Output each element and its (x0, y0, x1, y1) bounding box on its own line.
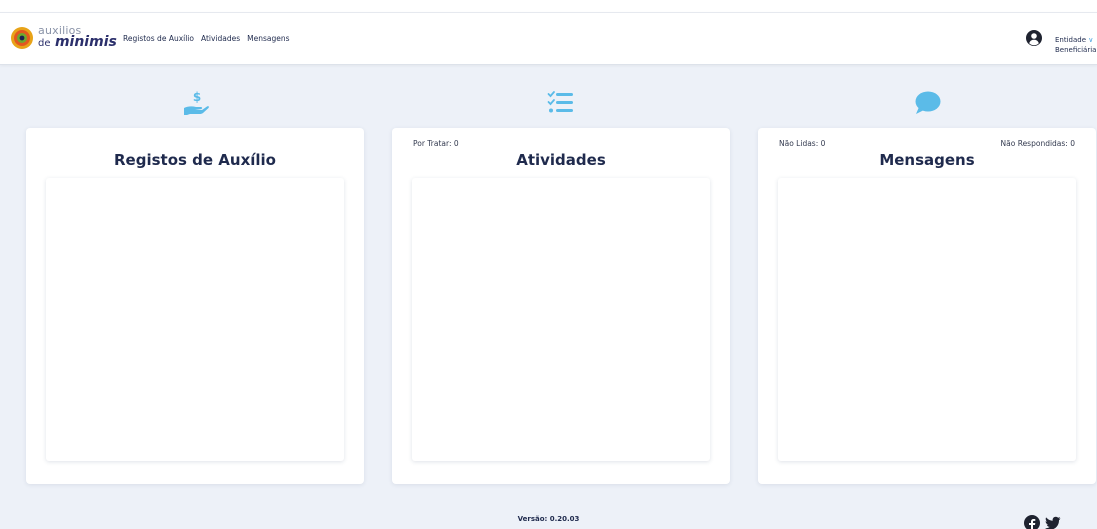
registos-card: Registos de Auxílio (26, 128, 364, 484)
logo-text-de: de (38, 38, 51, 49)
user-role-line2: Beneficiária (1055, 46, 1097, 54)
hand-dollar-icon: $ (184, 90, 209, 115)
chevron-down-icon: ∨ (1088, 36, 1094, 44)
svg-text:$: $ (193, 90, 201, 104)
nao-respondidas-count: Não Respondidas: 0 (1000, 139, 1075, 148)
mensagens-card: Não Lidas: 0 Não Respondidas: 0 Mensagen… (758, 128, 1096, 484)
nao-lidas-count: Não Lidas: 0 (779, 139, 826, 148)
checklist-icon (547, 91, 573, 113)
facebook-icon[interactable] (1024, 515, 1040, 529)
logo-text-big: de minimis (38, 34, 117, 50)
logo[interactable]: auxilios de minimis (10, 24, 117, 56)
registos-card-title: Registos de Auxílio (114, 151, 276, 169)
por-tratar-count: Por Tratar: 0 (413, 139, 459, 148)
top-navbar: auxilios de minimis Registos de Auxílio … (0, 12, 1097, 65)
atividades-card: Por Tratar: 0 Atividades (392, 128, 730, 484)
atividades-list-panel (412, 178, 710, 461)
main-nav: Registos de Auxílio Atividades Mensagens (123, 34, 290, 43)
atividades-card-title: Atividades (516, 151, 606, 169)
twitter-icon[interactable] (1045, 515, 1061, 529)
nav-registos-auxilio[interactable]: Registos de Auxílio (123, 34, 194, 43)
mensagens-list-panel (778, 178, 1076, 461)
version-label: Versão: 0.20.03 (517, 515, 580, 523)
chat-bubble-icon (915, 91, 941, 114)
mensagens-card-title: Mensagens (879, 151, 975, 169)
nav-atividades[interactable]: Atividades (201, 34, 240, 43)
logo-text-minimis: minimis (54, 34, 117, 50)
user-role-line1: Entidade (1055, 36, 1087, 44)
user-circle-icon[interactable] (1026, 30, 1042, 46)
nav-mensagens[interactable]: Mensagens (247, 34, 289, 43)
registos-list-panel (46, 178, 344, 461)
top-strip (0, 0, 1097, 12)
logo-circle-icon (11, 27, 33, 49)
user-role-dropdown[interactable]: Entidade ∨ Beneficiária (1055, 35, 1096, 55)
